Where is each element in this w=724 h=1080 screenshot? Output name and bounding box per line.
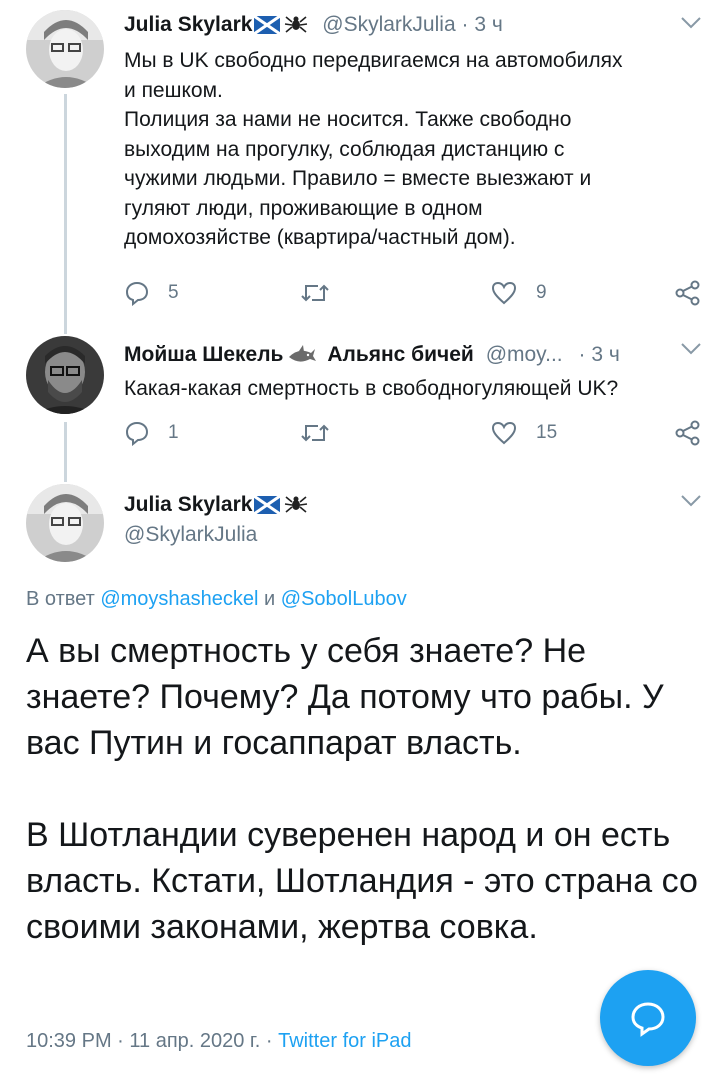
retweet-icon <box>301 284 329 302</box>
tweet2-text: Какая-какая смертность в свободногуляюще… <box>124 377 619 400</box>
tweet-timestamp[interactable]: 10:39 PM · 11 апр. 2020 г. · <box>26 1030 273 1052</box>
tweet-time[interactable]: 3 ч <box>474 13 502 36</box>
reply-button[interactable]: 5 <box>124 280 179 306</box>
author-name[interactable]: Julia Skylark <box>124 493 252 516</box>
tweet-paragraph: В Шотландии суверенен народ и он есть вл… <box>26 816 698 946</box>
reply-icon <box>125 281 149 306</box>
like-button[interactable]: 9 <box>490 280 547 306</box>
compose-reply-button[interactable] <box>600 970 696 1066</box>
tweet-meta: 10:39 PM · 11 апр. 2020 г. · Twitter for… <box>26 1030 412 1053</box>
heart-icon <box>491 281 517 305</box>
tweet2-actions: 1 15 <box>124 420 704 450</box>
share-icon <box>675 280 700 306</box>
avatar-julia[interactable] <box>26 484 104 562</box>
tweet2-header: Мойша Шекель Альянс бичей @moy... · 3 ч <box>124 342 620 372</box>
main-tweet-text: А вы смертность у себя знаете? Не знаете… <box>26 628 706 950</box>
share-icon <box>675 420 700 446</box>
like-count: 15 <box>536 422 558 443</box>
thread-line <box>64 94 67 334</box>
retweet-button[interactable] <box>300 420 348 446</box>
separator: · <box>578 343 586 366</box>
reply-context: В ответ @moyshasheckel и @SobolLubov <box>26 588 407 611</box>
tweet1-text: Мы в UK свободно передвигаемся на автомо… <box>124 49 623 249</box>
shark-icon <box>287 345 317 372</box>
main-tweet-handle-row: @SkylarkJulia <box>124 522 257 548</box>
chevron-down-icon[interactable] <box>680 16 702 35</box>
author-name[interactable]: Julia Skylark <box>124 13 252 36</box>
retweet-button[interactable] <box>300 280 348 306</box>
like-count: 9 <box>536 282 547 303</box>
tweet1-header: Julia Skylark @SkylarkJulia · 3 ч <box>124 12 503 42</box>
tweet-paragraph: А вы смертность у себя знаете? Не знаете… <box>26 632 664 762</box>
author-name-suffix[interactable]: Альянс бичей <box>327 343 474 366</box>
reply-button[interactable]: 1 <box>124 420 179 446</box>
author-handle[interactable]: @SkylarkJulia <box>322 13 455 36</box>
spider-icon <box>284 13 308 42</box>
author-name[interactable]: Мойша Шекель <box>124 343 283 366</box>
scotland-flag-icon <box>253 494 282 521</box>
reply-count: 1 <box>168 422 179 443</box>
tweet-source[interactable]: Twitter for iPad <box>278 1030 411 1052</box>
chevron-down-icon[interactable] <box>680 342 702 361</box>
mention-link[interactable]: @moyshasheckel <box>100 588 258 610</box>
retweet-icon <box>301 424 329 442</box>
chevron-down-icon[interactable] <box>680 494 702 513</box>
separator: · <box>461 13 469 36</box>
reply-and: и <box>264 588 276 610</box>
share-button[interactable] <box>674 420 702 446</box>
spider-icon <box>284 493 308 522</box>
tweet1-actions: 5 9 <box>124 280 704 310</box>
reply-count: 5 <box>168 282 179 303</box>
like-button[interactable]: 15 <box>490 420 557 446</box>
reply-icon <box>125 421 149 446</box>
scotland-flag-icon <box>253 14 282 41</box>
thread-line <box>64 422 67 482</box>
main-tweet-name-row: Julia Skylark <box>124 492 308 522</box>
compose-reply-icon <box>631 1002 665 1037</box>
author-handle[interactable]: @moy... <box>486 343 563 366</box>
author-handle[interactable]: @SkylarkJulia <box>124 523 257 546</box>
heart-icon <box>491 421 517 445</box>
avatar-moysha[interactable] <box>26 336 104 414</box>
share-button[interactable] <box>674 280 702 306</box>
avatar-julia[interactable] <box>26 10 104 88</box>
tweet-time[interactable]: 3 ч <box>591 343 619 366</box>
reply-prefix: В ответ <box>26 588 95 610</box>
mention-link[interactable]: @SobolLubov <box>281 588 407 610</box>
